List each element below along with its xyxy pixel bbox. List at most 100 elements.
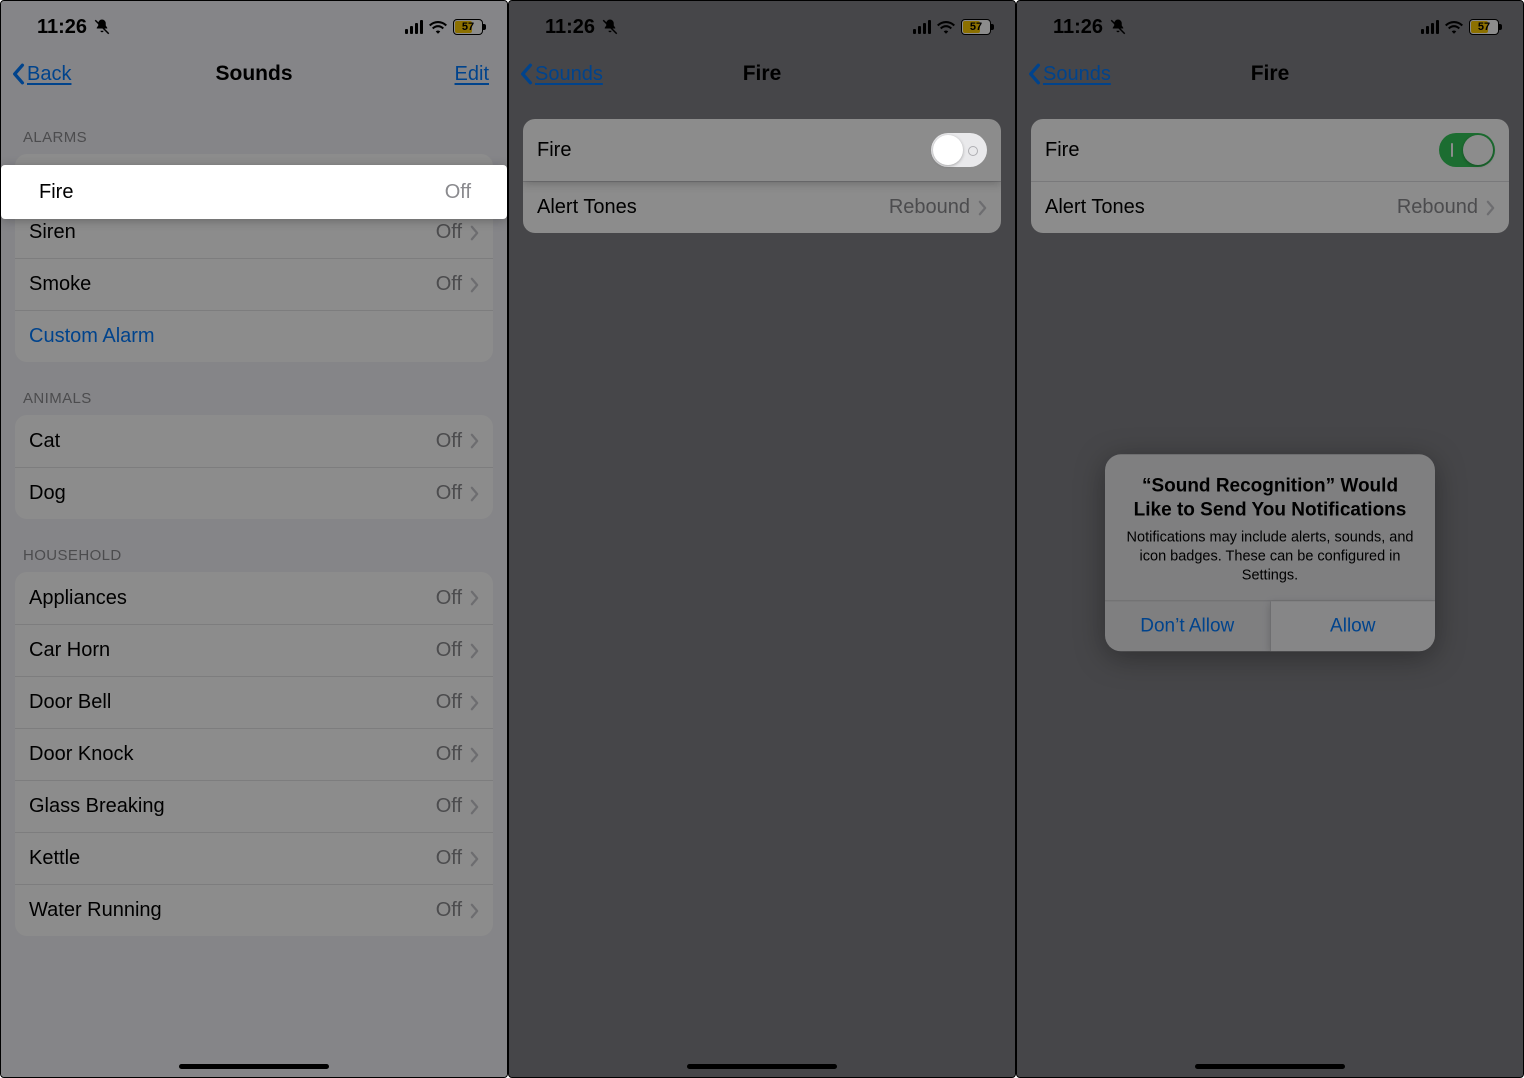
row-alert-tones[interactable]: Alert Tones Rebound — [1031, 181, 1509, 233]
nav-bar: Sounds Fire — [1017, 47, 1523, 101]
row-label: Door Bell — [29, 691, 111, 714]
row-kettle[interactable]: Kettle Off — [15, 832, 493, 884]
row-value: Off — [436, 587, 462, 610]
chevron-right-icon — [978, 200, 987, 216]
screen-fire-detail-off: 11:26 57 Sounds Fire Fire — [508, 0, 1016, 1078]
section-household: Appliances Off Car Horn Off Door Bell Of… — [15, 572, 493, 936]
alert-message: Notifications may include alerts, sounds… — [1123, 528, 1417, 585]
row-label: Smoke — [29, 273, 91, 296]
dont-allow-button[interactable]: Don’t Allow — [1105, 602, 1270, 652]
row-value: Off — [436, 221, 462, 244]
row-alert-tones[interactable]: Alert Tones Rebound — [523, 181, 1001, 233]
cellular-icon — [405, 20, 423, 34]
toggle-switch[interactable] — [931, 133, 987, 167]
row-label: Alert Tones — [537, 196, 637, 219]
silent-icon — [1109, 18, 1127, 36]
row-value: Rebound — [889, 196, 970, 219]
row-value: Rebound — [1397, 196, 1478, 219]
row-label: Siren — [29, 221, 76, 244]
content: Fire Alert Tones Rebound — [509, 101, 1015, 233]
row-value: Off — [436, 847, 462, 870]
home-indicator[interactable] — [687, 1064, 837, 1069]
cellular-icon — [1421, 20, 1439, 34]
row-door-bell[interactable]: Door Bell Off — [15, 676, 493, 728]
row-smoke[interactable]: Smoke Off — [15, 258, 493, 310]
chevron-right-icon — [470, 225, 479, 241]
chevron-right-icon — [470, 433, 479, 449]
page-title: Fire — [743, 62, 782, 86]
row-label: Custom Alarm — [29, 325, 155, 348]
back-label: Sounds — [535, 63, 603, 86]
allow-button[interactable]: Allow — [1270, 602, 1436, 652]
wifi-icon — [1445, 20, 1463, 34]
row-dog[interactable]: Dog Off — [15, 467, 493, 519]
battery-indicator: 57 — [453, 19, 483, 35]
battery-indicator: 57 — [961, 19, 991, 35]
row-value: Off — [436, 273, 462, 296]
row-value: Off — [436, 743, 462, 766]
status-bar: 11:26 57 — [1, 1, 507, 47]
home-indicator[interactable] — [1195, 1064, 1345, 1069]
chevron-right-icon — [470, 486, 479, 502]
home-indicator[interactable] — [179, 1064, 329, 1069]
chevron-left-icon — [11, 63, 25, 85]
row-label: Fire — [39, 181, 73, 204]
settings-group: Fire Alert Tones Rebound — [1031, 119, 1509, 233]
nav-bar: Sounds Fire — [509, 47, 1015, 101]
chevron-right-icon — [470, 643, 479, 659]
row-glass-breaking[interactable]: Glass Breaking Off — [15, 780, 493, 832]
row-door-knock[interactable]: Door Knock Off — [15, 728, 493, 780]
back-button[interactable]: Sounds — [519, 47, 603, 101]
chevron-right-icon — [470, 747, 479, 763]
row-value: Off — [436, 430, 462, 453]
toggle-switch[interactable] — [1439, 133, 1495, 167]
row-value: Off — [436, 795, 462, 818]
nav-bar: Back Sounds Edit — [1, 47, 507, 101]
section-animals: Cat Off Dog Off — [15, 415, 493, 519]
alert-title: “Sound Recognition” Would Like to Send Y… — [1123, 475, 1417, 523]
chevron-right-icon — [470, 590, 479, 606]
row-value: Off — [445, 181, 471, 204]
row-water-running[interactable]: Water Running Off — [15, 884, 493, 936]
row-label: Dog — [29, 482, 66, 505]
row-label: Appliances — [29, 587, 127, 610]
section-household-header: HOUSEHOLD — [15, 519, 493, 572]
silent-icon — [601, 18, 619, 36]
row-appliances[interactable]: Appliances Off — [15, 572, 493, 624]
chevron-right-icon — [1486, 200, 1495, 216]
silent-icon — [93, 18, 111, 36]
row-label: Glass Breaking — [29, 795, 165, 818]
row-value: Off — [436, 482, 462, 505]
row-fire-toggle[interactable]: Fire — [523, 119, 1001, 181]
status-bar: 11:26 57 — [509, 1, 1015, 47]
row-value: Off — [436, 639, 462, 662]
row-fire-toggle[interactable]: Fire — [1031, 119, 1509, 181]
chevron-right-icon — [470, 695, 479, 711]
row-custom-alarm[interactable]: Custom Alarm — [15, 310, 493, 362]
row-car-horn[interactable]: Car Horn Off — [15, 624, 493, 676]
chevron-right-icon — [470, 799, 479, 815]
notification-permission-alert: “Sound Recognition” Would Like to Send Y… — [1105, 455, 1435, 652]
battery-indicator: 57 — [1469, 19, 1499, 35]
back-label: Back — [27, 63, 71, 86]
settings-group: Fire Alert Tones Rebound — [523, 119, 1001, 233]
row-cat[interactable]: Cat Off — [15, 415, 493, 467]
section-alarms-header: ALARMS — [15, 101, 493, 154]
section-animals-header: ANIMALS — [15, 362, 493, 415]
row-fire[interactable]: Fire Off — [1, 165, 507, 219]
chevron-left-icon — [519, 63, 533, 85]
page-title: Fire — [1251, 62, 1290, 86]
wifi-icon — [429, 20, 447, 34]
row-label: Door Knock — [29, 743, 134, 766]
chevron-right-icon — [470, 903, 479, 919]
back-button[interactable]: Back — [11, 47, 71, 101]
content: ALARMS .. Siren Off Smoke Off Custom Ala… — [1, 101, 507, 936]
row-value: Off — [436, 691, 462, 714]
status-bar: 11:26 57 — [1017, 1, 1523, 47]
back-button[interactable]: Sounds — [1027, 47, 1111, 101]
edit-button[interactable]: Edit — [455, 47, 489, 101]
status-time: 11:26 — [1053, 16, 1103, 39]
row-label: Water Running — [29, 899, 162, 922]
chevron-right-icon — [470, 851, 479, 867]
chevron-left-icon — [1027, 63, 1041, 85]
